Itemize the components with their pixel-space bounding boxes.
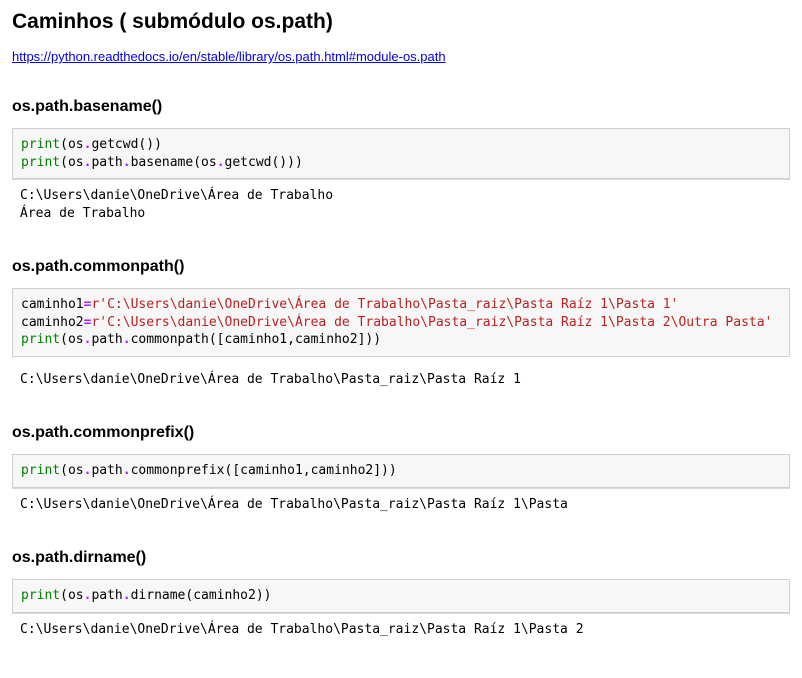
section-heading-commonprefix: os.path.commonprefix() (12, 424, 790, 442)
code-cell-basename: print(os.getcwd()) print(os.path.basenam… (12, 128, 790, 179)
section-heading-dirname: os.path.dirname() (12, 549, 790, 567)
output-cell-basename: C:\Users\danie\OneDrive\Área de Trabalho… (12, 180, 790, 224)
code-cell-commonpath: caminho1=r'C:\Users\danie\OneDrive\Área … (12, 288, 790, 357)
code-cell-commonprefix: print(os.path.commonprefix([caminho1,cam… (12, 454, 790, 488)
page-title: Caminhos ( submódulo os.path) (12, 10, 790, 34)
output-cell-commonpath: C:\Users\danie\OneDrive\Área de Trabalho… (12, 357, 790, 391)
output-cell-dirname: C:\Users\danie\OneDrive\Área de Trabalho… (12, 614, 790, 641)
code-cell-dirname: print(os.path.dirname(caminho2)) (12, 579, 790, 613)
section-heading-basename: os.path.basename() (12, 98, 790, 116)
section-heading-commonpath: os.path.commonpath() (12, 258, 790, 276)
doc-link[interactable]: https://python.readthedocs.io/en/stable/… (12, 49, 446, 64)
output-cell-commonprefix: C:\Users\danie\OneDrive\Área de Trabalho… (12, 489, 790, 516)
